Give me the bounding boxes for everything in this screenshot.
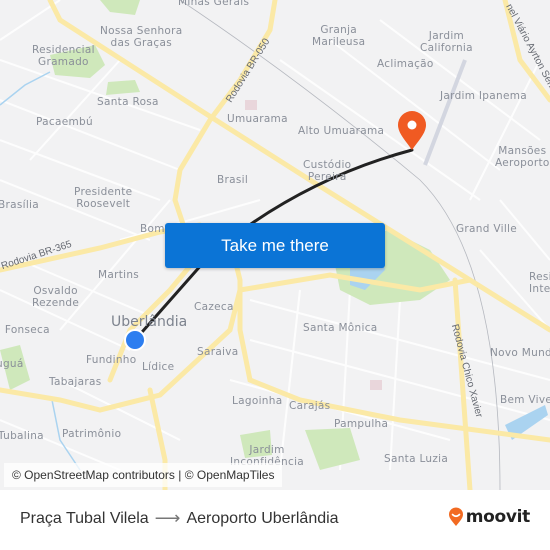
- landmark-building: [370, 380, 382, 390]
- map-label: Saraiva: [197, 346, 239, 358]
- map-label: Jardim California: [420, 30, 473, 54]
- map-label: Lídice: [142, 361, 175, 373]
- moovit-pin-icon: [448, 507, 463, 526]
- map-label: Lagoinha: [232, 395, 283, 407]
- take-me-there-button[interactable]: Take me there: [165, 223, 385, 268]
- map-label: Brasília: [0, 199, 40, 211]
- map-label: Carajás: [289, 400, 331, 412]
- map-label: l Fonseca: [0, 324, 50, 336]
- map-label: Patrimônio: [62, 428, 122, 440]
- map-label: Bom: [140, 223, 165, 235]
- arrow-right-icon: ⟶: [154, 508, 181, 528]
- map-label: Pampulha: [334, 418, 389, 430]
- map[interactable]: Minas Gerais Nossa Senhora das Graças Re…: [0, 0, 550, 490]
- map-attribution[interactable]: © OpenStreetMap contributors | © OpenMap…: [4, 463, 283, 487]
- destination-marker[interactable]: [398, 111, 426, 150]
- map-label: Aclimação: [377, 58, 434, 70]
- map-label: Grand Ville: [456, 223, 518, 235]
- map-label: Tubalina: [0, 430, 44, 442]
- map-label: Mansões Aeroporto: [495, 145, 550, 169]
- map-label: Bem Vive: [500, 394, 550, 406]
- landmark-building: [245, 100, 257, 110]
- map-label: Fundinho: [86, 354, 137, 366]
- map-label: uguá: [0, 358, 24, 370]
- map-label: Residencial Gramado: [32, 44, 95, 68]
- map-label: Osvaldo Rezende: [32, 285, 80, 309]
- map-label: Santa Mônica: [303, 322, 378, 334]
- map-label: Cazeca: [194, 301, 234, 313]
- origin-marker[interactable]: [124, 329, 146, 351]
- map-label: Resi Inte: [529, 271, 550, 295]
- map-label: Novo Mund: [490, 347, 550, 359]
- map-label: Custódio Pereira: [303, 159, 352, 183]
- map-label: Santa Luzia: [384, 453, 449, 465]
- footer: Praça Tubal Vilela ⟶ Aeroporto Uberlândi…: [0, 490, 550, 550]
- map-label: Pacaembú: [36, 116, 93, 128]
- airport-runway: [423, 59, 467, 166]
- destination-name: Aeroporto Uberlândia: [186, 509, 339, 527]
- moovit-wordmark: moovit: [465, 507, 531, 527]
- route-title: Praça Tubal Vilela ⟶ Aeroporto Uberlândi…: [20, 508, 339, 529]
- city-label: Uberlândia: [111, 314, 188, 330]
- map-label: Martins: [98, 269, 140, 281]
- streams: [0, 71, 81, 471]
- map-label: Presidente Roosevelt: [74, 186, 133, 210]
- map-label: Minas Gerais: [178, 0, 250, 8]
- map-label: Alto Umuarama: [298, 125, 385, 137]
- map-label: Granja Marileusa: [312, 24, 366, 48]
- map-label: Tabajaras: [49, 376, 102, 388]
- map-label: Jardim Ipanema: [440, 90, 527, 102]
- map-label: Santa Rosa: [97, 96, 159, 108]
- origin-name: Praça Tubal Vilela: [20, 509, 149, 527]
- moovit-logo: moovit: [448, 507, 530, 527]
- map-label: Brasil: [217, 174, 249, 186]
- map-label: Umuarama: [227, 113, 288, 125]
- map-label: Nossa Senhora das Graças: [100, 25, 183, 49]
